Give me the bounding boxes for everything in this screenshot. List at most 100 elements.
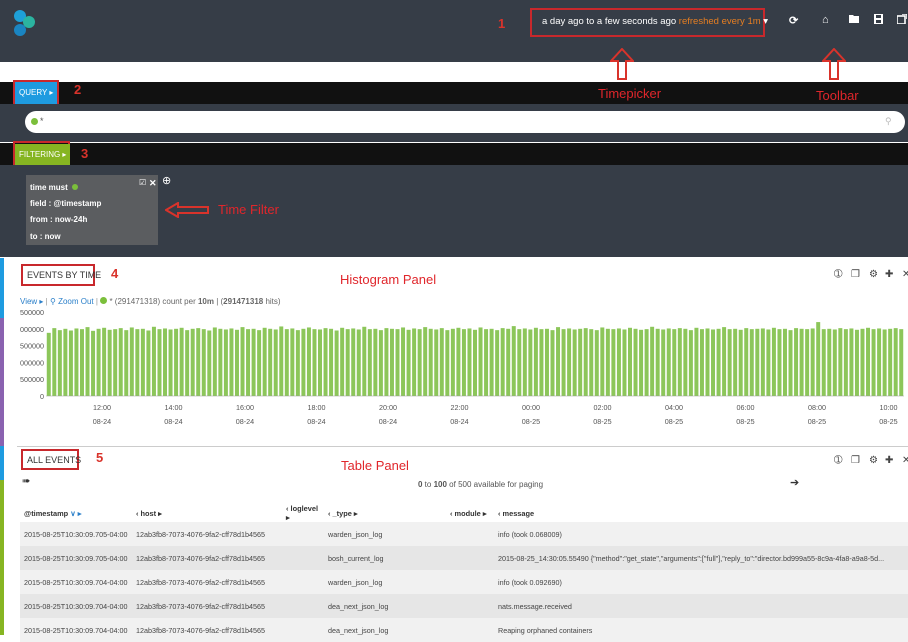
histogram-bar[interactable] xyxy=(284,329,289,396)
table-close-icon[interactable]: ✕ xyxy=(902,455,908,466)
histogram-bar[interactable] xyxy=(744,328,749,396)
zoom-out-link[interactable]: ⚲ Zoom Out xyxy=(50,297,94,306)
histogram-bar[interactable] xyxy=(306,327,311,396)
histogram-bar[interactable] xyxy=(107,329,112,396)
histogram-bar[interactable] xyxy=(461,329,466,396)
histogram-bar[interactable] xyxy=(329,328,334,396)
histogram-bar[interactable] xyxy=(866,327,871,396)
histogram-bar[interactable] xyxy=(406,329,411,396)
histogram-bar[interactable] xyxy=(345,329,350,396)
table-row[interactable]: 2015-08-25T10:30:09.704-04:00 12ab3fb8-70… xyxy=(20,570,908,594)
histogram-bar[interactable] xyxy=(567,328,572,396)
histogram-bar[interactable] xyxy=(417,329,422,396)
histogram-bar[interactable] xyxy=(760,328,765,396)
histogram-bar[interactable] xyxy=(340,327,345,396)
histogram-bar[interactable] xyxy=(301,328,306,396)
histogram-bar[interactable] xyxy=(495,330,500,396)
histogram-chart[interactable]: 2500000 2000000 1500000 1000000 500000 0 12:00… xyxy=(20,308,908,438)
histogram-bar[interactable] xyxy=(782,328,787,396)
histogram-bar[interactable] xyxy=(788,330,793,396)
histogram-bar[interactable] xyxy=(450,328,455,396)
histogram-bar[interactable] xyxy=(727,329,732,396)
histogram-bar[interactable] xyxy=(644,329,649,396)
histogram-bar[interactable] xyxy=(672,329,677,396)
histogram-bar[interactable] xyxy=(716,328,721,396)
add-filter-icon[interactable]: ⊕ xyxy=(162,174,171,187)
histogram-bar[interactable] xyxy=(694,327,699,396)
histogram-bar[interactable] xyxy=(766,329,771,396)
histogram-bar[interactable] xyxy=(257,330,262,396)
histogram-bar[interactable] xyxy=(246,329,251,396)
histogram-bar[interactable] xyxy=(68,330,73,396)
histogram-bar[interactable] xyxy=(190,328,195,396)
histogram-bar[interactable] xyxy=(268,328,273,396)
histogram-bar[interactable] xyxy=(124,330,129,396)
histogram-bar[interactable] xyxy=(207,330,212,396)
column-header-type[interactable]: ‹ _type ▸ xyxy=(324,504,446,522)
histogram-bar[interactable] xyxy=(550,330,555,396)
histogram-bar[interactable] xyxy=(738,329,743,396)
histogram-bar[interactable] xyxy=(522,328,527,396)
histogram-bar[interactable] xyxy=(401,327,406,396)
table-move-icon[interactable]: ✚ xyxy=(885,455,893,466)
histogram-bar[interactable] xyxy=(877,328,882,396)
histogram-bar[interactable] xyxy=(63,328,68,396)
histogram-bar[interactable] xyxy=(882,329,887,396)
histogram-bar[interactable] xyxy=(179,327,184,396)
histogram-bar[interactable] xyxy=(185,330,190,396)
histogram-bar[interactable] xyxy=(367,329,372,396)
table-info-icon[interactable]: ➀ xyxy=(834,455,842,466)
next-page-icon[interactable]: ➔ xyxy=(790,476,799,489)
histogram-bar[interactable] xyxy=(888,328,893,396)
histogram-bar[interactable] xyxy=(771,327,776,396)
filter-remove-icon[interactable]: ✕ xyxy=(149,178,157,189)
histogram-bar[interactable] xyxy=(223,329,228,396)
histogram-bar[interactable] xyxy=(666,328,671,396)
query-search-icon[interactable]: ⚲ xyxy=(885,116,892,127)
histogram-bar[interactable] xyxy=(157,329,162,396)
histogram-bar[interactable] xyxy=(140,328,145,396)
histogram-bar[interactable] xyxy=(196,328,201,396)
histogram-bar[interactable] xyxy=(711,329,716,396)
histogram-bar[interactable] xyxy=(500,328,505,396)
histogram-bar[interactable] xyxy=(378,330,383,396)
histogram-bar[interactable] xyxy=(312,329,317,396)
histogram-bar[interactable] xyxy=(871,329,876,396)
histogram-close-icon[interactable]: ✕ xyxy=(902,269,908,280)
table-duplicate-icon[interactable]: ❐ xyxy=(851,455,860,466)
kibana-logo-icon[interactable] xyxy=(12,8,38,40)
histogram-bar[interactable] xyxy=(639,329,644,396)
histogram-bar[interactable] xyxy=(583,328,588,396)
histogram-bar[interactable] xyxy=(517,329,522,396)
histogram-bar[interactable] xyxy=(373,328,378,396)
histogram-bar[interactable] xyxy=(229,328,234,396)
histogram-bar[interactable] xyxy=(821,329,826,396)
histogram-bar[interactable] xyxy=(323,328,328,396)
histogram-bar[interactable] xyxy=(234,329,239,396)
histogram-bar[interactable] xyxy=(832,329,837,396)
histogram-bar[interactable] xyxy=(578,328,583,396)
query-toggle[interactable]: QUERY ▸ xyxy=(15,82,58,104)
histogram-bar[interactable] xyxy=(860,328,865,396)
histogram-bar[interactable] xyxy=(467,328,472,396)
histogram-bar[interactable] xyxy=(650,326,655,396)
histogram-bar[interactable] xyxy=(699,329,704,396)
histogram-bar[interactable] xyxy=(412,328,417,396)
histogram-bar[interactable] xyxy=(52,328,57,396)
histogram-bar[interactable] xyxy=(838,328,843,396)
histogram-bar[interactable] xyxy=(351,328,356,396)
histogram-bar[interactable] xyxy=(384,328,389,396)
table-row[interactable]: 2015-08-25T10:30:09.705-04:00 12ab3fb8-70… xyxy=(20,522,908,546)
column-header-timestamp[interactable]: @timestamp ∨ ▸ xyxy=(20,504,132,522)
histogram-bar[interactable] xyxy=(899,329,904,396)
histogram-bar[interactable] xyxy=(616,328,621,396)
histogram-bar[interactable] xyxy=(777,329,782,396)
histogram-bar[interactable] xyxy=(57,330,62,396)
query-input[interactable]: * ⚲ xyxy=(25,111,905,133)
filtering-toggle[interactable]: FILTERING ▸ xyxy=(15,144,71,166)
histogram-bar[interactable] xyxy=(484,329,489,396)
histogram-bar[interactable] xyxy=(279,326,284,396)
histogram-move-icon[interactable]: ✚ xyxy=(885,269,893,280)
histogram-bar[interactable] xyxy=(600,327,605,396)
histogram-bar[interactable] xyxy=(827,328,832,396)
